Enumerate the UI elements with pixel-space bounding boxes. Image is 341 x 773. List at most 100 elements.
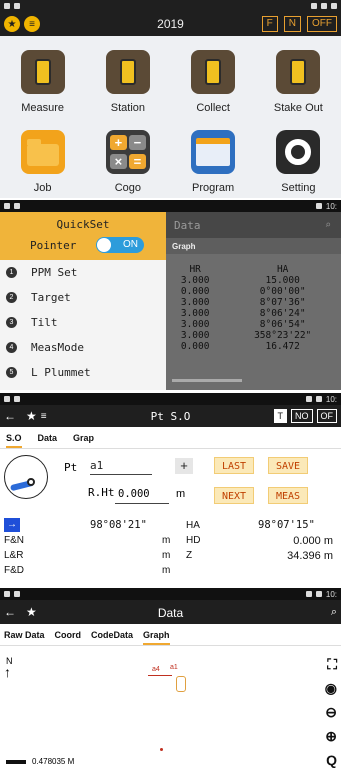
tab-graph[interactable]: Grap — [73, 433, 94, 448]
bluetooth-icon — [305, 396, 312, 402]
center-dot — [27, 478, 35, 486]
calculator-icon: + − × = — [105, 130, 150, 174]
item-label: Tilt — [31, 316, 58, 329]
tile-label: Program — [192, 182, 235, 194]
scale-label: 0.478035 M — [32, 757, 75, 766]
save-button[interactable]: SAVE — [268, 457, 308, 474]
add-point-button[interactable]: + — [175, 458, 193, 474]
zoom-out-icon[interactable]: ⊖ — [325, 704, 337, 721]
signal-icon — [331, 3, 337, 9]
collect-tile[interactable]: Collect — [171, 38, 256, 118]
stake-out-tile[interactable]: Stake Out — [256, 38, 341, 118]
status-bar: 10: — [0, 200, 341, 212]
program-tile[interactable]: Program — [171, 118, 256, 198]
pointer-label: Pointer — [30, 239, 77, 252]
folder-icon — [20, 130, 65, 174]
instrument-icon — [176, 676, 186, 692]
stake-out-icon — [276, 50, 321, 94]
table-row[interactable]: 3.000 358°23'22" — [166, 330, 341, 341]
next-button[interactable]: NEXT — [214, 487, 254, 504]
scale-bar — [6, 760, 26, 764]
table-cell: 0.000 — [180, 341, 210, 352]
tab-codedata[interactable]: CodeData — [91, 630, 133, 645]
rht-input[interactable]: 0.000 — [118, 488, 150, 500]
table-row[interactable]: 0.000 0°00'00" — [166, 286, 341, 297]
measure-tile[interactable]: Measure — [0, 38, 85, 118]
quickset-screen: 10: QuickSet Pointer ON 1 PPM Set 2 Target… — [0, 200, 341, 390]
rht-label: R.Ht — [88, 486, 115, 499]
station-tile[interactable]: Station — [85, 38, 170, 118]
tab-graph[interactable]: Graph — [166, 238, 341, 254]
table-cell: 3.000 — [180, 297, 210, 308]
year-title: 2019 — [157, 17, 184, 31]
point-marker[interactable] — [160, 748, 163, 751]
table-row[interactable]: 3.000 8°06'24" — [166, 308, 341, 319]
quickset-title: QuickSet — [56, 218, 110, 231]
number-badge: 2 — [6, 292, 17, 303]
table-row[interactable]: 3.000 8°07'36" — [166, 297, 341, 308]
quickset-item-target[interactable]: 2 Target — [0, 285, 166, 310]
data-background: Data ⌕ Graph HR HA 3.000 15.000 0.000 0°00'… — [166, 212, 341, 390]
ha-value: 98°07'15" — [258, 519, 315, 531]
setting-tile[interactable]: Setting — [256, 118, 341, 198]
job-tile[interactable]: Job — [0, 118, 85, 198]
table-row[interactable]: 0.000 16.472 — [166, 341, 341, 352]
point-label-a4: a4 — [152, 666, 160, 673]
wifi-icon — [321, 3, 327, 9]
battery-icon — [4, 203, 10, 209]
arrow-right-icon[interactable]: → — [4, 518, 20, 532]
times-key: × — [109, 154, 127, 169]
last-button[interactable]: LAST — [214, 457, 254, 474]
item-label: PPM Set — [31, 266, 78, 279]
tab-so[interactable]: S.O — [6, 433, 22, 448]
measure-icon — [20, 50, 65, 94]
horizontal-scrollbar[interactable] — [172, 379, 242, 382]
table-row[interactable]: 3.000 8°06'54" — [166, 319, 341, 330]
fn-unit: m — [162, 535, 171, 546]
search-icon[interactable]: ⌕ — [325, 220, 331, 231]
status-bar — [0, 0, 341, 12]
tab-graph[interactable]: Graph — [143, 630, 170, 645]
sim-icon — [14, 203, 20, 209]
tab-data[interactable]: Data — [38, 433, 58, 448]
table-cell: 15.000 — [265, 275, 300, 286]
target-icon[interactable]: ◉ — [325, 680, 337, 697]
rht-underline — [115, 503, 169, 504]
zoom-in-icon[interactable]: ⊕ — [325, 728, 337, 745]
graph-canvas[interactable]: N ↑ a4 a1 ⛶ ◉ ⊖ ⊕ Q 0.478035 M — [0, 646, 341, 773]
lr-label: L&R — [4, 550, 24, 561]
z-value: 34.396 m — [287, 550, 333, 562]
north-arrow-icon: ↑ — [4, 664, 11, 680]
hd-label: HD — [186, 535, 201, 546]
data-tabs: Raw Data Coord CodeData Graph — [0, 624, 341, 646]
minus-key: − — [128, 135, 146, 150]
point-label-a1: a1 — [170, 664, 178, 671]
quickset-item-l-plummet[interactable]: 5 L Plummet — [0, 360, 166, 385]
number-badge: 1 — [6, 267, 17, 278]
page-title: Data — [157, 606, 184, 620]
quickset-item-ppm-set[interactable]: 1 PPM Set — [0, 260, 166, 285]
data-title-bar: Data ⌕ — [166, 212, 341, 238]
data-table: HR HA 3.000 15.000 0.000 0°00'00" 3.000 8°07… — [166, 264, 341, 352]
quickset-header: QuickSet Pointer ON — [0, 212, 166, 260]
toggle-knob — [97, 238, 111, 252]
number-badge: 3 — [6, 317, 17, 328]
quickset-item-tilt[interactable]: 3 Tilt — [0, 310, 166, 335]
search-icon[interactable]: Q — [326, 752, 337, 768]
fit-extent-icon[interactable]: ⛶ — [327, 656, 337, 673]
table-cell: 3.000 — [180, 330, 210, 341]
table-row[interactable]: 3.000 15.000 — [166, 275, 341, 286]
pt-input[interactable]: a1 — [90, 459, 152, 475]
table-cell: 0.000 — [180, 286, 210, 297]
quickset-item-measmode[interactable]: 4 MeasMode — [0, 335, 166, 360]
tile-label: Collect — [196, 102, 230, 114]
cogo-tile[interactable]: + − × = Cogo — [85, 118, 170, 198]
tile-label: Station — [110, 102, 145, 114]
station-icon — [105, 50, 150, 94]
pointer-toggle[interactable]: ON — [96, 237, 144, 253]
tab-coord[interactable]: Coord — [55, 630, 82, 645]
meas-button[interactable]: MEAS — [268, 487, 308, 504]
item-label: Target — [31, 291, 71, 304]
table-cell: 8°07'36" — [259, 297, 306, 308]
tab-raw-data[interactable]: Raw Data — [4, 630, 45, 645]
